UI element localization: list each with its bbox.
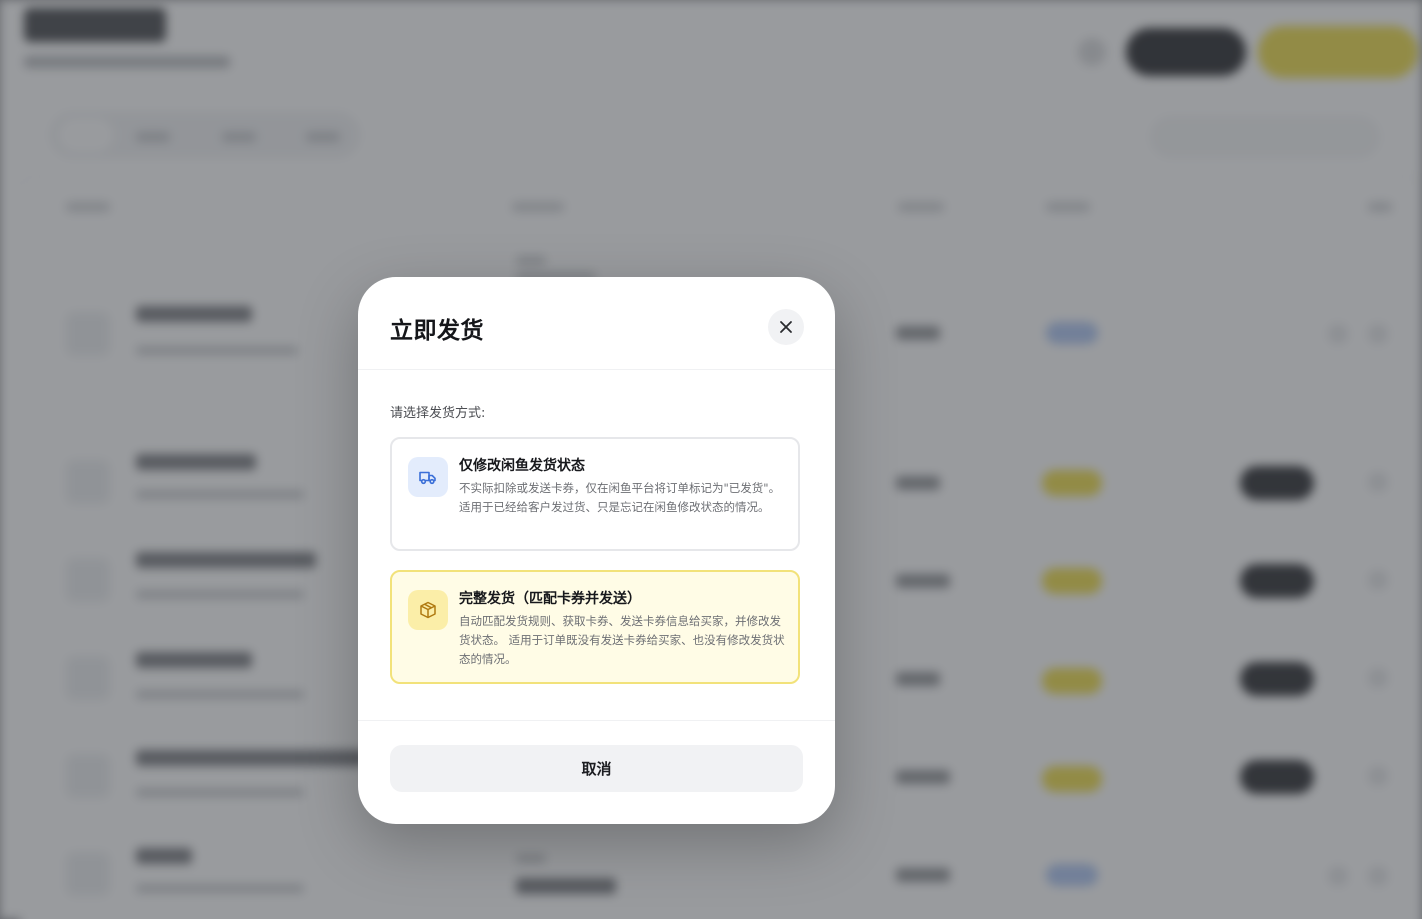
dialog-title: 立即发货 — [390, 318, 484, 344]
truck-icon — [419, 471, 436, 485]
shipping-method-prompt: 请选择发货方式: — [390, 406, 486, 421]
option-description: 不实际扣除或发送卡券，仅在闲鱼平台将订单标记为"已发货"。适用于已经给客户发过货… — [459, 481, 781, 514]
option-title: 仅修改闲鱼发货状态 — [459, 458, 585, 474]
cancel-button[interactable]: 取消 — [390, 745, 803, 792]
option-full-shipment[interactable]: 完整发货（匹配卡券并发送） 自动匹配发货规则、获取卡券、发送卡券信息给买家，并修… — [390, 570, 800, 684]
close-icon — [780, 321, 792, 333]
close-button[interactable] — [768, 309, 804, 345]
option-update-status-only[interactable]: 仅修改闲鱼发货状态 不实际扣除或发送卡券，仅在闲鱼平台将订单标记为"已发货"。适… — [390, 437, 800, 551]
option-icon-wrap — [408, 590, 448, 630]
package-icon — [420, 601, 436, 619]
option-description: 自动匹配发货规则、获取卡券、发送卡券信息给买家，并修改发货状态。 适用于订单既没… — [459, 614, 785, 666]
dialog-footer: 取消 — [358, 720, 835, 824]
dialog-header: 立即发货 — [358, 277, 835, 370]
option-title: 完整发货（匹配卡券并发送） — [459, 591, 641, 607]
ship-now-dialog: 立即发货 请选择发货方式: 仅修改闲鱼发货状态 不实际扣除或发送卡券，仅在闲鱼平… — [358, 277, 835, 824]
option-icon-wrap — [408, 457, 448, 497]
